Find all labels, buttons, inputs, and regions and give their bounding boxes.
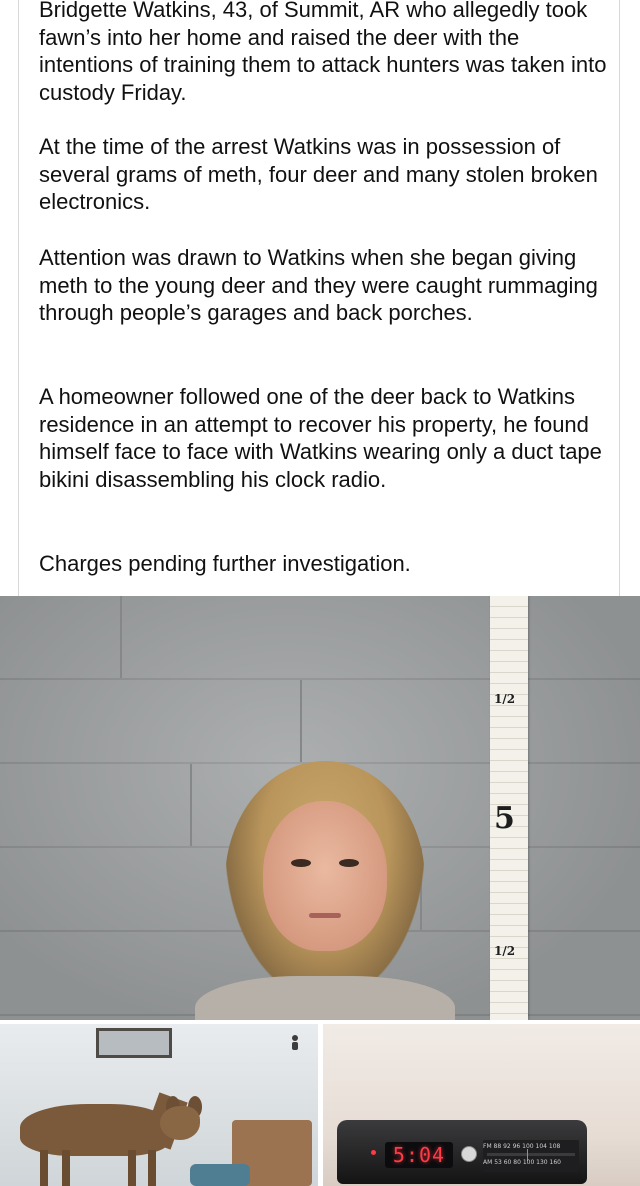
deer-photo[interactable] — [0, 1024, 318, 1186]
alarm-indicator-icon — [371, 1150, 376, 1155]
height-ruler: 1/2 5 1/2 — [490, 596, 528, 1020]
dial-am-scale: AM 53 60 80 100 130 160 — [483, 1159, 561, 1166]
clock-display: 5:04 — [385, 1142, 453, 1168]
deer-leg — [128, 1150, 136, 1186]
mugshot-subject — [195, 761, 455, 1020]
deer-leg — [62, 1150, 70, 1186]
post-paragraph-5: Charges pending further investigation. — [39, 551, 411, 576]
picture-frame — [96, 1028, 172, 1058]
subject-eye — [339, 859, 359, 867]
deer-leg — [148, 1150, 156, 1186]
post-paragraph-4: A homeowner followed one of the deer bac… — [39, 384, 602, 492]
clock-radio: 5:04 FM 88 92 96 100 104 108 AM 53 60 80… — [337, 1120, 587, 1184]
ruler-half-mark-upper: 1/2 — [494, 692, 516, 706]
ruler-main-mark: 5 — [494, 801, 515, 836]
deer-head — [160, 1106, 200, 1140]
dial-bar — [487, 1153, 575, 1156]
wall-joint — [190, 764, 192, 846]
deer-leg — [40, 1150, 48, 1186]
radio-dial: FM 88 92 96 100 104 108 AM 53 60 80 100 … — [483, 1140, 579, 1172]
subject-shirt — [195, 976, 455, 1020]
post-paragraph-2: At the time of the arrest Watkins was in… — [39, 134, 598, 215]
post-paragraph-3: Attention was drawn to Watkins when she … — [39, 245, 598, 326]
subject-eye — [291, 859, 311, 867]
post-card: Bridgette Watkins, 43, of Summit, AR who… — [18, 0, 620, 596]
ruler-half-mark-lower: 1/2 — [494, 944, 516, 958]
post-paragraph-1: Bridgette Watkins, 43, of Summit, AR who… — [39, 0, 607, 105]
tuning-knob-icon — [461, 1146, 477, 1162]
clutter — [190, 1164, 250, 1186]
subject-face — [263, 801, 387, 951]
wall-joint — [300, 680, 302, 762]
wall-joint — [120, 596, 122, 678]
small-figure-icon — [292, 1035, 298, 1050]
clock-radio-photo[interactable]: 5:04 FM 88 92 96 100 104 108 AM 53 60 80… — [323, 1024, 640, 1186]
mugshot-photo[interactable]: 1/2 5 1/2 — [0, 596, 640, 1020]
subject-mouth — [309, 913, 341, 918]
dial-fm-scale: FM 88 92 96 100 104 108 — [483, 1143, 561, 1150]
